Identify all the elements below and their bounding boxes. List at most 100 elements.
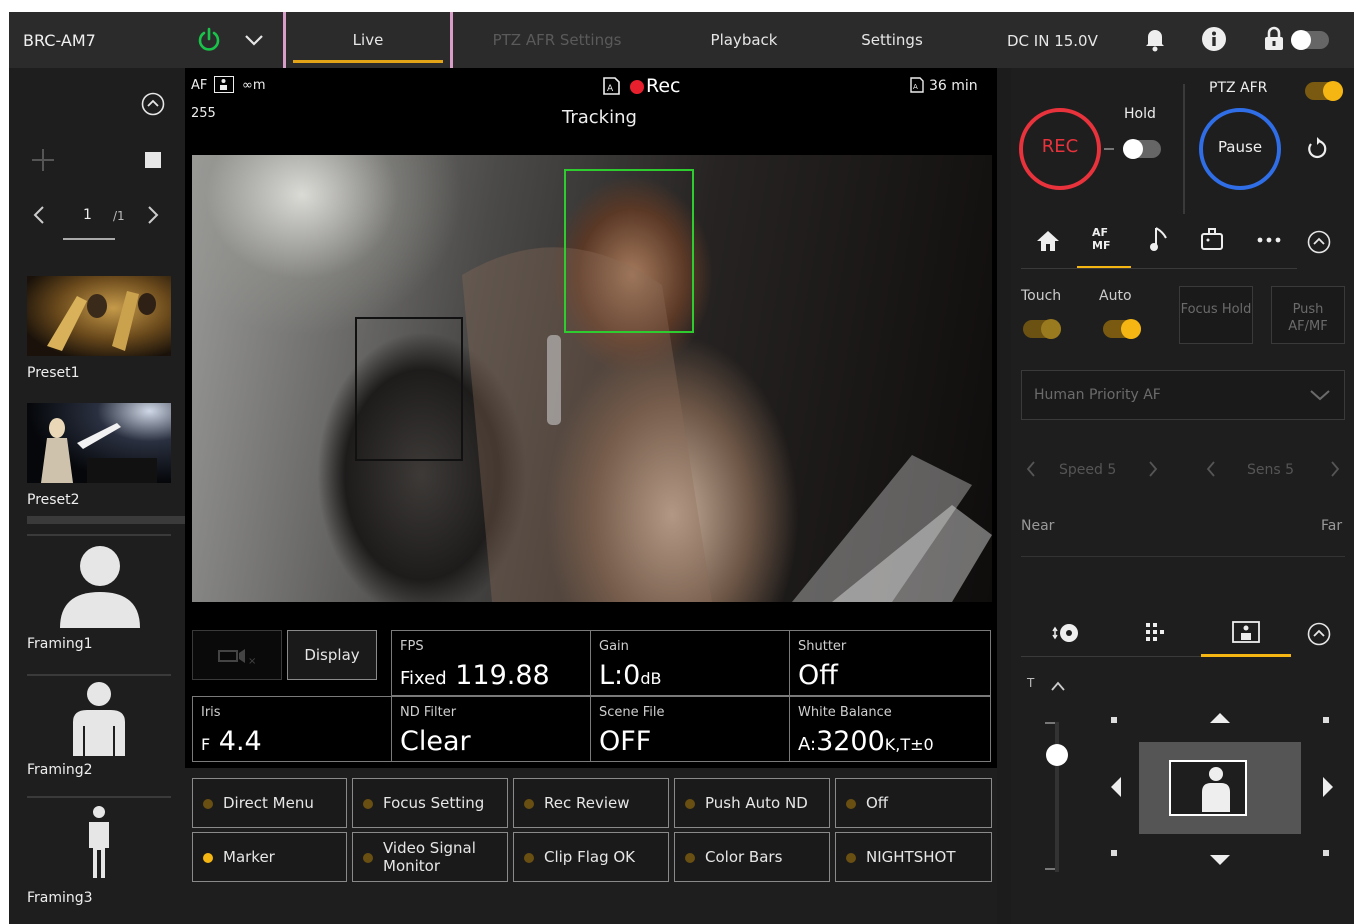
scene-file-cell[interactable]: Scene File OFF: [590, 696, 790, 762]
audio-icon[interactable]: [1149, 224, 1171, 254]
zoom-up-icon[interactable]: [1049, 678, 1067, 692]
fps-cell[interactable]: FPS Fixed 119.88: [391, 630, 591, 696]
nd-filter-label: ND Filter: [400, 705, 457, 720]
assign-status-dot: [203, 799, 213, 809]
preset1-thumbnail[interactable]: [27, 276, 171, 356]
divider: [1183, 84, 1185, 214]
zoom-slider-tick: [1045, 868, 1055, 870]
stop-icon[interactable]: [145, 152, 161, 168]
assign-button[interactable]: Clip Flag OK: [513, 832, 669, 882]
iris-value: 4.4: [218, 726, 262, 757]
framing-tab-icon[interactable]: [1231, 620, 1261, 644]
nd-filter-cell[interactable]: ND Filter Clear: [391, 696, 591, 762]
live-camera-image[interactable]: [192, 155, 992, 602]
pan-left-icon[interactable]: [1109, 775, 1123, 799]
camera-settings-icon[interactable]: [1199, 226, 1225, 252]
page-underline: [63, 238, 115, 240]
lock-toggle[interactable]: [1291, 30, 1329, 50]
assign-status-dot: [846, 799, 856, 809]
info-icon[interactable]: [1201, 26, 1227, 52]
pause-button[interactable]: Pause: [1199, 108, 1281, 190]
framing-position-pad[interactable]: [1139, 742, 1301, 834]
assign-button-label: Marker: [223, 848, 275, 866]
assign-button[interactable]: Marker: [192, 832, 347, 882]
rec-button[interactable]: REC: [1019, 108, 1101, 190]
assign-button[interactable]: Push Auto ND: [674, 778, 830, 828]
preset-scroll-bar[interactable]: [27, 516, 185, 524]
page-number: 1: [83, 207, 92, 223]
rec-link: [1104, 148, 1114, 150]
tilt-up-icon[interactable]: [1208, 710, 1232, 724]
near-label: Near: [1021, 518, 1055, 534]
more-icon[interactable]: [1255, 232, 1283, 246]
gain-cell[interactable]: Gain L:0dB: [590, 630, 790, 696]
lock-icon[interactable]: [1263, 26, 1285, 52]
wb-prefix: A:: [798, 734, 817, 755]
tab-settings[interactable]: Settings: [839, 12, 945, 68]
pan-right-icon[interactable]: [1321, 775, 1335, 799]
home-icon[interactable]: [1035, 228, 1061, 254]
assign-button[interactable]: Rec Review: [513, 778, 669, 828]
zoom-slider-knob[interactable]: [1046, 744, 1068, 766]
hold-label: Hold: [1124, 106, 1156, 122]
auto-toggle[interactable]: [1103, 319, 1141, 339]
svg-text:A: A: [913, 83, 918, 91]
app-window: BRC-AM7 Live PTZ AFR Settings Playback S…: [9, 12, 1354, 924]
tilt-down-icon[interactable]: [1208, 852, 1232, 866]
framing1-label: Framing1: [27, 636, 93, 652]
collapse-up-icon[interactable]: [1307, 622, 1331, 646]
framing1-icon[interactable]: [55, 542, 145, 628]
assign-button[interactable]: NIGHTSHOT: [835, 832, 992, 882]
collapse-up-icon[interactable]: [1307, 230, 1331, 254]
framing2-icon[interactable]: [67, 678, 131, 756]
add-preset-icon: [30, 147, 56, 173]
fps-label: FPS: [400, 639, 424, 654]
scene-file-value: OFF: [599, 726, 652, 757]
framing-person-icon: [1196, 764, 1236, 812]
touch-toggle[interactable]: [1023, 319, 1061, 339]
assign-button-label: Clip Flag OK: [544, 848, 636, 866]
power-icon[interactable]: [195, 26, 223, 54]
reset-icon[interactable]: [1304, 136, 1330, 162]
control-panel: REC Hold PTZ AFR Pause AF MF Touch Auto …: [1011, 68, 1354, 924]
framing-tab-underline: [1201, 654, 1291, 657]
shutter-cell[interactable]: Shutter Off: [789, 630, 991, 696]
page-prev-icon[interactable]: [31, 204, 47, 226]
iris-cell[interactable]: Iris F 4.4: [192, 696, 392, 762]
power-status: DC IN 15.0V: [1007, 32, 1098, 50]
framing3-icon[interactable]: [83, 804, 115, 880]
tracking-status: Tracking: [562, 107, 637, 128]
pad-dot: [1111, 717, 1117, 723]
display-button[interactable]: Display: [287, 630, 377, 680]
white-balance-cell[interactable]: White Balance A:3200K,T±0: [789, 696, 991, 762]
assign-button[interactable]: Color Bars: [674, 832, 830, 882]
preset2-thumbnail[interactable]: [27, 403, 171, 483]
assign-button[interactable]: Focus Setting: [352, 778, 508, 828]
gain-unit: dB: [640, 669, 662, 688]
gain-label: Gain: [599, 639, 629, 654]
tab-playback[interactable]: Playback: [689, 12, 799, 68]
preset-grid-icon[interactable]: [1143, 620, 1169, 646]
pan-tilt-icon[interactable]: [1051, 620, 1081, 646]
assign-status-dot: [524, 853, 534, 863]
af-label: AF: [191, 78, 208, 93]
assign-button[interactable]: Direct Menu: [192, 778, 347, 828]
scene-file-label: Scene File: [599, 705, 665, 720]
assign-button[interactable]: Video Signal Monitor: [352, 832, 508, 882]
ptz-afr-toggle[interactable]: [1305, 81, 1343, 101]
assign-button[interactable]: Off: [835, 778, 992, 828]
auto-label: Auto: [1099, 288, 1132, 304]
page-next-icon[interactable]: [145, 204, 161, 226]
pad-dot: [1111, 850, 1117, 856]
focus-slider-track[interactable]: [1021, 556, 1345, 557]
iris-prefix: F: [201, 735, 211, 754]
pad-dot: [1323, 717, 1329, 723]
white-balance-label: White Balance: [798, 705, 892, 720]
hold-toggle[interactable]: [1123, 139, 1161, 159]
assign-status-dot: [203, 853, 213, 863]
rec-indicator: Rec: [646, 75, 681, 97]
afmf-tab-icon[interactable]: AF MF: [1087, 224, 1117, 254]
bell-icon[interactable]: [1143, 26, 1167, 52]
chevron-down-icon[interactable]: [243, 30, 265, 50]
collapse-up-icon[interactable]: [141, 92, 165, 116]
